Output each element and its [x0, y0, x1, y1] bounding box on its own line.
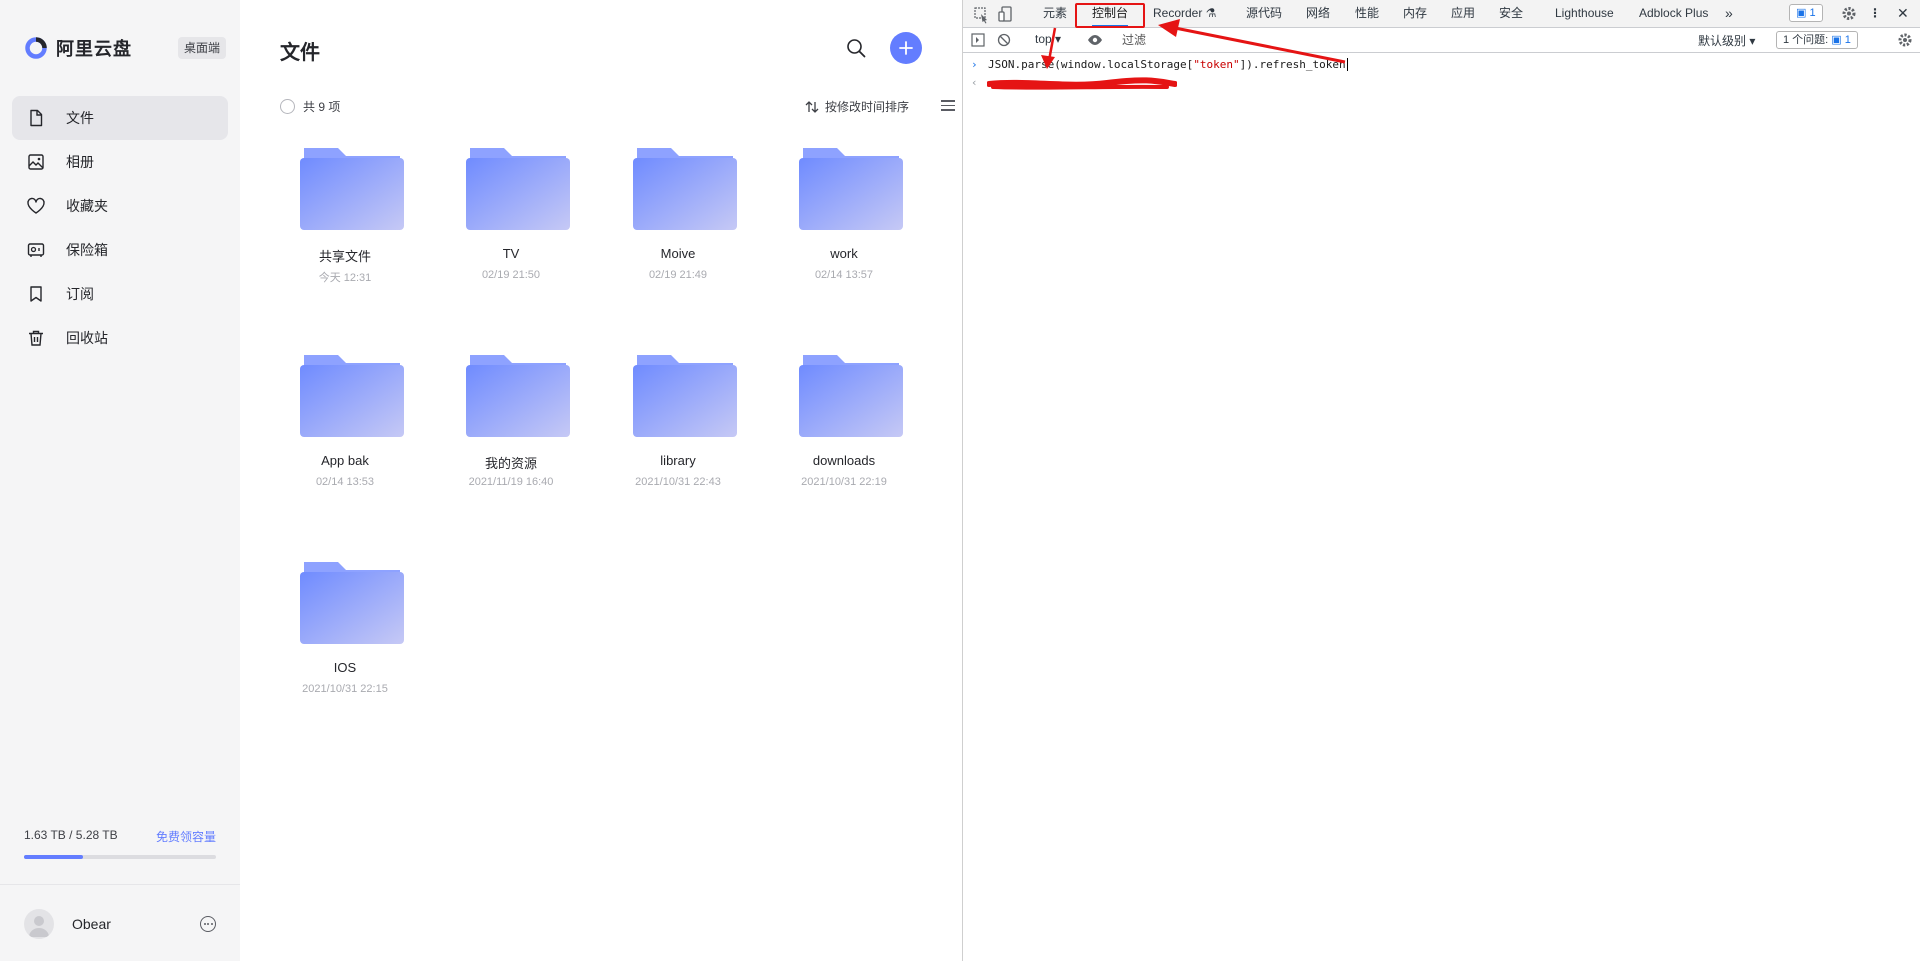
arrow-to-console-tab	[1158, 19, 1346, 64]
annotation-arrows	[1041, 19, 1346, 69]
arrow-to-console-input	[1041, 27, 1057, 69]
